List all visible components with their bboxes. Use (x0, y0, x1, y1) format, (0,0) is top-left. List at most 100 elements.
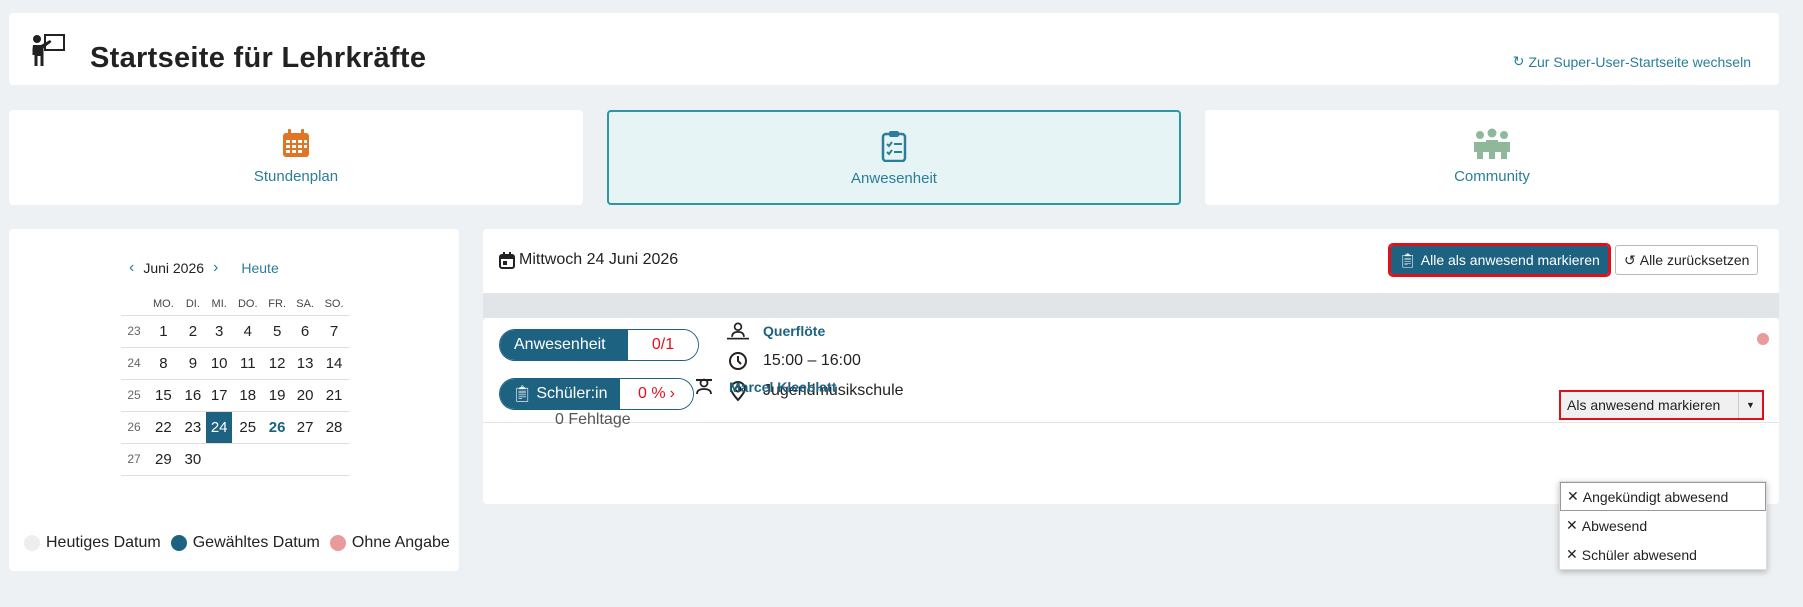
calendar-day[interactable]: 2 (179, 314, 207, 347)
undo-icon: ↺ (1624, 251, 1636, 268)
clipboard-check-icon (881, 131, 907, 162)
calendar-grid: MO. DI. MI. DO. FR. SA. SO. 23 1 2 3 4 5 6 7 24 8… (121, 295, 349, 476)
weekday-header: MI. (211, 297, 227, 310)
legend-unset-dot (329, 535, 346, 551)
calendar-day[interactable]: 3 (206, 314, 233, 347)
selected-date-label: Mittwoch 24 Juni 2026 (519, 251, 679, 268)
calendar-week-row: 27 29 30 (121, 442, 349, 476)
dropdown-option[interactable]: ✕ Abwesend (1560, 511, 1766, 540)
calendar-empty-cell (206, 442, 233, 476)
calendar-day[interactable]: 23 (179, 410, 207, 443)
week-number: 23 (121, 314, 147, 347)
calendar-day[interactable]: 27 (291, 410, 320, 443)
calendar-day[interactable]: 6 (291, 314, 320, 347)
legend-selected-dot (170, 535, 187, 551)
calendar-day[interactable]: 1 (147, 314, 180, 347)
subject-row: Querflöte (727, 318, 825, 344)
calendar-day[interactable]: 19 (263, 378, 292, 411)
weekday-header: FR. (268, 297, 287, 310)
calendar-empty-cell (291, 442, 320, 476)
calendar-day[interactable]: 5 (263, 314, 292, 347)
mark-present-split-button: Als anwesend markieren ▼ (1559, 390, 1764, 420)
calendar-day[interactable]: 17 (206, 378, 233, 411)
calendar-week-row: 24 8 9 10 11 12 13 14 (121, 346, 349, 379)
legend-today-label: Heutiges Datum (46, 534, 161, 551)
calendar-day[interactable]: 20 (291, 378, 320, 411)
calendar-day[interactable]: 8 (147, 346, 180, 379)
legend-unset-label: Ohne Angabe (351, 534, 450, 551)
clock-icon (727, 350, 749, 372)
week-number-header (121, 295, 147, 315)
calendar-day[interactable]: 15 (147, 378, 180, 411)
calendar-empty-cell (263, 442, 292, 476)
weekday-header: SO. (324, 297, 344, 310)
calendar-day[interactable]: 30 (179, 442, 207, 476)
calendar-day[interactable]: 9 (179, 346, 207, 379)
weekday-header: SA. (296, 297, 314, 310)
calendar-day[interactable]: 16 (179, 378, 207, 411)
close-icon: ✕ (1566, 546, 1578, 562)
dropdown-option[interactable]: ✕ Schüler abwesend (1560, 540, 1766, 569)
student-pill[interactable]: 📋︎ Schüler:in 0 % › (499, 378, 694, 410)
mark-present-button[interactable]: Als anwesend markieren (1561, 392, 1738, 418)
refresh-icon: ↻ (1512, 53, 1525, 69)
calendar-day[interactable]: 4 (232, 314, 264, 347)
attendance-pill[interactable]: Anwesenheit 0/1 (499, 329, 699, 361)
tile-label-anwesenheit: Anwesenheit (851, 170, 937, 187)
teacher-board-icon (32, 34, 65, 66)
mark-all-present-button[interactable]: 📋︎ Alle als anwesend markieren (1388, 243, 1611, 277)
calendar-icon (283, 129, 309, 157)
calendar-day[interactable]: 26 (263, 410, 292, 443)
chevron-left-icon[interactable]: ‹ (129, 259, 134, 277)
status-dot (1757, 333, 1769, 345)
legend-selected-label: Gewähltes Datum (192, 534, 320, 551)
calendar-day[interactable]: 14 (319, 346, 349, 379)
today-button[interactable]: Heute (241, 260, 278, 276)
calendar-day[interactable]: 7 (319, 314, 349, 347)
tile-label-community: Community (1454, 168, 1530, 185)
caret-down-icon[interactable]: ▼ (1738, 392, 1762, 418)
calendar-week-row: 25 15 16 17 18 19 20 21 (121, 378, 349, 411)
switch-superuser-link[interactable]: ↻ Zur Super-User-Startseite wechseln (1513, 53, 1751, 70)
calendar-day[interactable]: 18 (232, 378, 264, 411)
week-number: 24 (121, 346, 147, 379)
student-percent: 0 % › (620, 379, 693, 409)
lesson-card: Anwesenheit 0/1 Querflöte 15:00 – 16:00 … (483, 318, 1779, 504)
calendar-header: ‹ Juni 2026 › Heute (129, 259, 279, 277)
tile-anwesenheit[interactable]: Anwesenheit (607, 110, 1181, 205)
absence-days: 0 Fehltage (555, 411, 631, 428)
tile-community[interactable]: Community (1205, 110, 1779, 205)
calendar-day[interactable]: 29 (147, 442, 180, 476)
weekday-header: MO. (152, 297, 174, 310)
week-number: 25 (121, 378, 147, 411)
subject-link[interactable]: Querflöte (763, 323, 825, 339)
attendance-dropdown: ✕ Angekündigt abwesend ✕ Abwesend ✕ Schüler… (1559, 481, 1767, 570)
calendar-empty-cell (319, 442, 349, 476)
tile-stundenplan[interactable]: Stundenplan (9, 110, 583, 205)
page-header: Startseite für Lehrkräfte ↻ Zur Super-Us… (9, 13, 1779, 85)
calendar-day[interactable]: 25 (232, 410, 264, 443)
student-name-link[interactable]: Marcel Kleeblatt (729, 379, 836, 395)
calendar-day[interactable]: 10 (206, 346, 233, 379)
day-header: Mittwoch 24 Juni 2026 📋︎ Alle als anwese… (483, 229, 1779, 293)
calendar-day[interactable]: 28 (319, 410, 349, 443)
clipboard-icon: 📋︎ (512, 386, 533, 403)
calendar-day[interactable]: 21 (319, 378, 349, 411)
legend-today-dot (24, 535, 40, 551)
calendar-day[interactable]: 22 (147, 410, 180, 443)
reset-all-button[interactable]: ↺ Alle zurücksetzen (1615, 245, 1759, 275)
close-icon: ✕ (1567, 488, 1579, 504)
weekday-header: DI. (185, 297, 200, 310)
calendar-day[interactable]: 13 (291, 346, 320, 379)
dropdown-option[interactable]: ✕ Angekündigt abwesend (1560, 482, 1766, 511)
student-icon (693, 376, 715, 398)
clipboard-check-icon: 📋︎ (1399, 251, 1417, 268)
calendar-panel: ‹ Juni 2026 › Heute MO. DI. MI. DO. FR. … (9, 229, 459, 571)
chevron-right-icon[interactable]: › (213, 259, 218, 277)
calendar-legend: Heutiges Datum Gewähltes Datum Ohne Anga… (24, 534, 450, 552)
calendar-day[interactable]: 11 (232, 346, 264, 379)
calendar-day[interactable]: 12 (263, 346, 292, 379)
calendar-day[interactable]: 24 (206, 410, 233, 443)
calendar-day-icon (499, 251, 515, 269)
page-title: Startseite für Lehrkräfte (90, 42, 427, 74)
